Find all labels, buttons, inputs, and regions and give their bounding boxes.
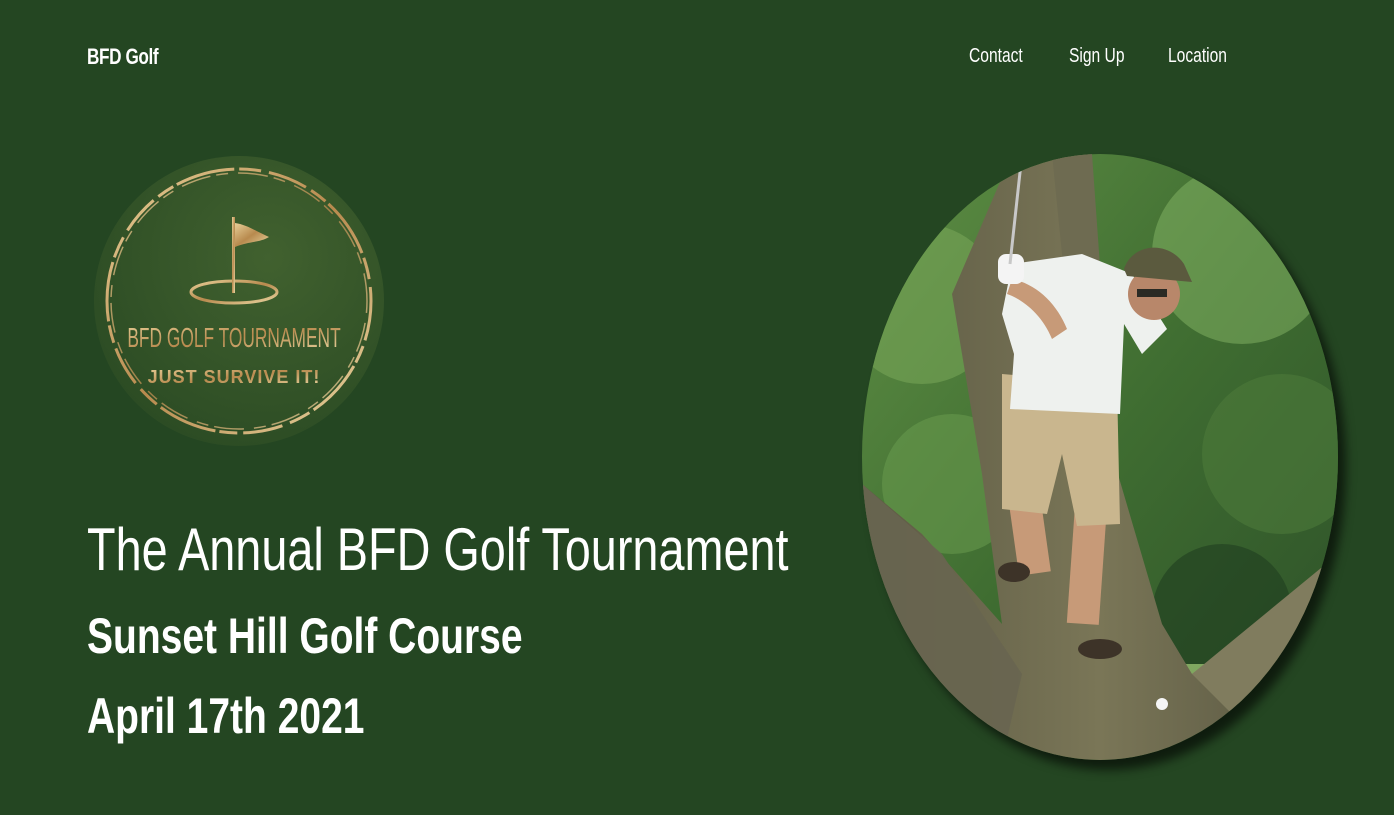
nav-location-link[interactable]: Location (1168, 45, 1227, 68)
nav-contact-link[interactable]: Contact (969, 45, 1023, 68)
logo-tagline-text: JUST SURVIVE IT! (148, 367, 321, 387)
venue-heading: Sunset Hill Golf Course (87, 608, 523, 664)
page-title: The Annual BFD Golf Tournament (87, 516, 789, 583)
nav-sign-up-link[interactable]: Sign Up (1069, 45, 1125, 68)
landing-page: BFD Golf Contact Sign Up Location BFD GO… (0, 0, 1394, 815)
brand-link[interactable]: BFD Golf (87, 44, 159, 70)
tournament-logo: BFD GOLF TOURNAMENT JUST SURVIVE IT! (93, 155, 385, 447)
logo-title-text: BFD GOLF TOURNAMENT (127, 322, 340, 353)
date-heading: April 17th 2021 (87, 688, 365, 744)
golfer-in-tree-photo (862, 154, 1338, 760)
